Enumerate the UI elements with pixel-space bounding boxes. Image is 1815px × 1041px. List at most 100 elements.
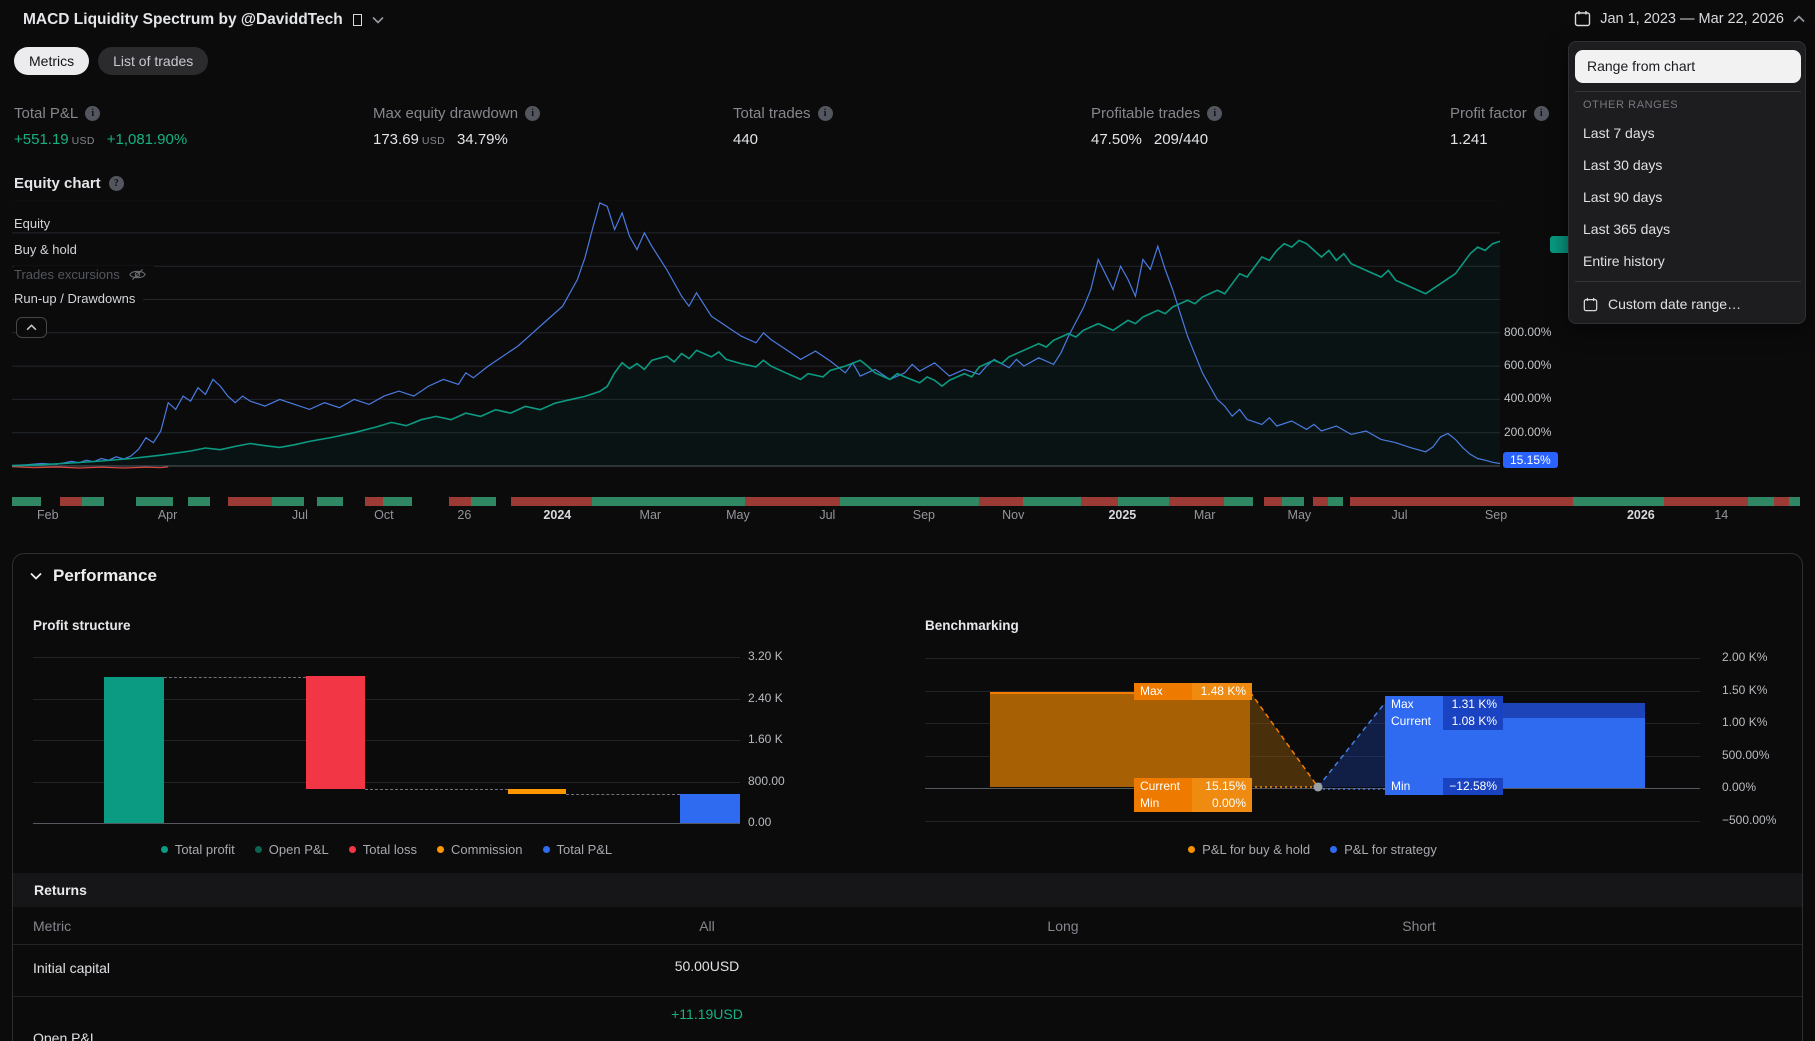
- metric-value: 440: [733, 131, 758, 148]
- strip-segment-win: [383, 497, 412, 506]
- timeline-label[interactable]: Jul: [292, 508, 308, 522]
- equity-legend-trades-excursions[interactable]: Trades excursions: [14, 266, 154, 283]
- timeline-label[interactable]: Nov: [1002, 508, 1024, 522]
- bar-total-profit[interactable]: [104, 677, 164, 823]
- benchmark-axis-tick: −500.00%: [1722, 813, 1776, 827]
- timeline-label[interactable]: Mar: [640, 508, 662, 522]
- tab-metrics[interactable]: Metrics: [14, 47, 89, 75]
- timeline-label[interactable]: Jul: [819, 508, 835, 522]
- metric-label-text: Total trades: [733, 105, 811, 122]
- legend-item-total-loss[interactable]: Total loss: [349, 842, 417, 857]
- timeline-label[interactable]: Mar: [1194, 508, 1216, 522]
- series-line-run-up-drawdowns: [12, 467, 168, 468]
- strip-segment-win: [1282, 497, 1304, 506]
- metric-value: +551.19USD: [14, 131, 95, 148]
- custom-date-range-option[interactable]: Custom date range…: [1569, 287, 1805, 321]
- legend-label: P&L for strategy: [1344, 842, 1437, 857]
- legend-item-total-profit[interactable]: Total profit: [161, 842, 235, 857]
- dropdown-divider: [1575, 91, 1801, 92]
- bar-total-loss[interactable]: [306, 676, 365, 789]
- date-range-control[interactable]: Jan 1, 2023 — Mar 22, 2026: [1574, 10, 1805, 27]
- dropdown-item-entire-history[interactable]: Entire history: [1569, 245, 1805, 277]
- legend-item-commission[interactable]: Commission: [437, 842, 523, 857]
- calendar-icon: [1574, 10, 1591, 27]
- collapse-chart-button[interactable]: [16, 317, 47, 338]
- timeline-label[interactable]: Apr: [158, 508, 177, 522]
- performance-title: Performance: [53, 566, 157, 586]
- info-icon[interactable]: i: [525, 106, 540, 121]
- timeline-label[interactable]: 2024: [543, 508, 571, 522]
- equity-axis-tick: 600.00%: [1504, 358, 1551, 372]
- eye-off-icon[interactable]: [129, 268, 146, 281]
- legend-dot: [1188, 846, 1195, 853]
- timeline-label[interactable]: Jul: [1391, 508, 1407, 522]
- table-divider: [13, 996, 1802, 997]
- info-icon[interactable]: i: [1534, 106, 1549, 121]
- calendar-icon: [1583, 297, 1598, 312]
- dropdown-item-last-90-days[interactable]: Last 90 days: [1569, 181, 1805, 213]
- profit-structure-legend: Total profit Open P&L Total loss Commission…: [33, 842, 740, 857]
- strip-segment-win: [136, 497, 172, 506]
- strip-segment-win: [1118, 497, 1169, 506]
- range-from-chart-option[interactable]: Range from chart: [1575, 50, 1801, 83]
- equity-chart-title-row: Equity chart ?: [14, 175, 124, 192]
- timeline-label[interactable]: 14: [1714, 508, 1728, 522]
- dropdown-item-last-30-days[interactable]: Last 30 days: [1569, 149, 1805, 181]
- strip-segment-loss: [1169, 497, 1224, 506]
- strip-segment-win: [1023, 497, 1081, 506]
- timeline-label[interactable]: Feb: [37, 508, 59, 522]
- buy-hold-current-badge: Current15.15%: [1134, 778, 1252, 795]
- profit-axis-tick: 0.00: [748, 815, 771, 829]
- strategy-min-badge: Min−12.58%: [1385, 778, 1503, 795]
- timeline-label[interactable]: Oct: [374, 508, 393, 522]
- timeline-label[interactable]: 2026: [1627, 508, 1655, 522]
- timeline-label[interactable]: 26: [457, 508, 471, 522]
- equity-axis-tick: 800.00%: [1504, 325, 1551, 339]
- legend-dot: [255, 846, 262, 853]
- tab-list-of-trades[interactable]: List of trades: [98, 47, 208, 75]
- chevron-down-icon[interactable]: [370, 12, 386, 28]
- help-icon[interactable]: ?: [109, 176, 124, 191]
- metric-value: 173.69USD: [373, 131, 445, 148]
- metric-label: Total trades i: [733, 105, 833, 122]
- trades-density-strip[interactable]: [12, 497, 1800, 506]
- strip-segment-win: [82, 497, 104, 506]
- strategy-max-badge: Max1.31 K%: [1385, 696, 1503, 713]
- bar-total-p-l[interactable]: [680, 794, 740, 823]
- legend-label: P&L for buy & hold: [1202, 842, 1310, 857]
- legend-item-open-p-l[interactable]: Open P&L: [255, 842, 329, 857]
- strip-segment-win: [471, 497, 497, 506]
- value-number: 50.00USD: [675, 958, 740, 974]
- metric-label-text: Profit factor: [1450, 105, 1527, 122]
- timeline-label[interactable]: May: [1288, 508, 1312, 522]
- timeline-label[interactable]: May: [726, 508, 750, 522]
- legend-item-total-p-l[interactable]: Total P&L: [543, 842, 613, 857]
- metric-values: +551.19USD+1,081.90%: [14, 131, 187, 148]
- benchmark-axis-tick: 2.00 K%: [1722, 650, 1767, 664]
- legend-item-p-l-for-strategy[interactable]: P&L for strategy: [1330, 842, 1437, 857]
- timeline-label[interactable]: Sep: [913, 508, 935, 522]
- buy-hold-max-badge: Max1.48 K%: [1134, 683, 1252, 700]
- equity-legend-buy-hold[interactable]: Buy & hold: [14, 241, 85, 258]
- metric-label: Profit factor i: [1450, 105, 1549, 122]
- timeline-label[interactable]: Sep: [1485, 508, 1507, 522]
- bar-commission[interactable]: [508, 789, 566, 794]
- info-icon[interactable]: i: [818, 106, 833, 121]
- metric-value-2: 34.79%: [457, 131, 508, 148]
- legend-item-p-l-for-buy-hold[interactable]: P&L for buy & hold: [1188, 842, 1310, 857]
- info-icon[interactable]: i: [85, 106, 100, 121]
- strip-segment-win: [1748, 497, 1774, 506]
- timeline-label[interactable]: 2025: [1108, 508, 1136, 522]
- equity-legend-equity[interactable]: Equity: [14, 215, 58, 232]
- benchmark-axis-tick: 1.00 K%: [1722, 715, 1767, 729]
- info-icon[interactable]: i: [1207, 106, 1222, 121]
- performance-header[interactable]: Performance: [30, 566, 157, 586]
- legend-dot: [161, 846, 168, 853]
- dropdown-divider: [1575, 281, 1801, 282]
- legend-label: Total P&L: [557, 842, 613, 857]
- dropdown-item-last-365-days[interactable]: Last 365 days: [1569, 213, 1805, 245]
- column-header-short: Short: [1359, 918, 1479, 934]
- dropdown-item-last-7-days[interactable]: Last 7 days: [1569, 117, 1805, 149]
- unknown-glyph: [353, 14, 362, 26]
- equity-legend-run-up-drawdowns[interactable]: Run-up / Drawdowns: [14, 290, 143, 307]
